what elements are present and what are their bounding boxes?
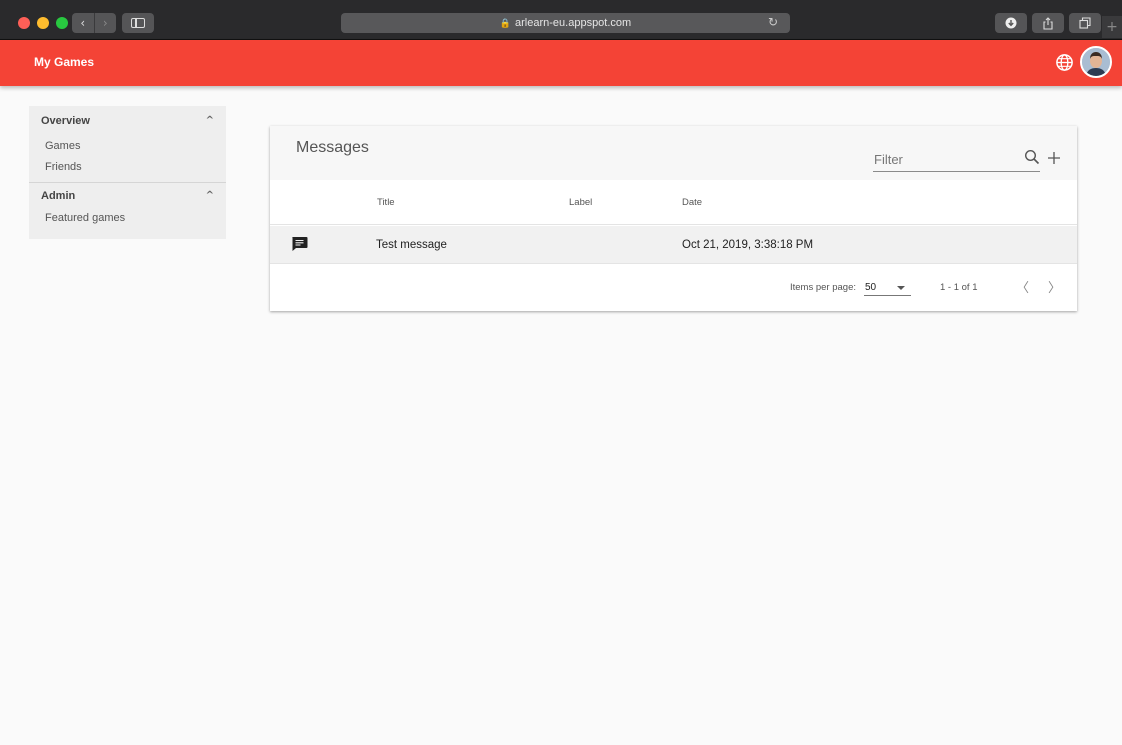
share-button[interactable]: [1032, 13, 1064, 33]
sidebar-toggle-button[interactable]: [122, 13, 154, 33]
card-header: Messages: [270, 126, 1077, 180]
nav-section-header-overview[interactable]: Overview ^: [29, 106, 226, 136]
search-icon[interactable]: [1024, 149, 1040, 165]
column-header-title[interactable]: Title: [377, 197, 395, 208]
close-window-button[interactable]: [18, 17, 30, 29]
next-page-button[interactable]: 〉: [1048, 277, 1061, 296]
message-title-cell: Test message: [376, 239, 447, 251]
items-per-page-label: Items per page:: [790, 282, 857, 293]
new-tab-button[interactable]: +: [1102, 16, 1122, 38]
minimize-window-button[interactable]: [37, 17, 49, 29]
nav-section-header-admin[interactable]: Admin ^: [29, 184, 226, 208]
table-header: Title Label Date: [270, 180, 1077, 225]
nav-section-overview: Overview ^ Games Friends: [29, 106, 226, 178]
nav-section-title: Admin: [41, 190, 76, 202]
items-per-page-value: 50: [865, 282, 877, 293]
sidebar-icon: [131, 18, 145, 28]
paginator: Items per page: 50 1 - 1 of 1 〈 〉: [270, 265, 1077, 311]
previous-page-button[interactable]: 〈: [1016, 277, 1029, 296]
nav-item-friends[interactable]: Friends: [29, 157, 226, 178]
add-icon[interactable]: [1047, 151, 1061, 165]
back-button[interactable]: ‹: [72, 13, 94, 33]
history-nav: ‹ ›: [72, 13, 116, 33]
zoom-window-button[interactable]: [56, 17, 68, 29]
user-avatar[interactable]: [1080, 46, 1112, 78]
messages-card: Messages Title Label Date Test message O…: [270, 126, 1077, 311]
tabs-icon: [1079, 17, 1091, 29]
forward-button[interactable]: ›: [93, 13, 117, 33]
address-bar-url: arlearn-eu.appspot.com: [515, 17, 632, 29]
filter-input[interactable]: [873, 149, 1013, 169]
avatar-image: [1082, 48, 1110, 76]
nav-item-featured-games[interactable]: Featured games: [29, 208, 226, 229]
nav-divider: [29, 182, 226, 183]
download-button[interactable]: [995, 13, 1027, 33]
language-globe-icon[interactable]: [1055, 53, 1074, 72]
app-title[interactable]: My Games: [34, 55, 94, 69]
nav-section-title: Overview: [41, 115, 90, 127]
share-icon: [1043, 16, 1053, 30]
message-icon: [292, 237, 308, 251]
lock-icon: 🔒: [499, 17, 512, 28]
reload-icon[interactable]: ↻: [768, 15, 778, 29]
download-icon: [1005, 17, 1017, 29]
app-bar: My Games: [0, 40, 1122, 86]
message-date-cell: Oct 21, 2019, 3:38:18 PM: [682, 239, 814, 251]
browser-toolbar: ‹ › 🔒 arlearn-eu.appspot.com ↻ +: [0, 0, 1122, 40]
chevron-up-icon: ^: [205, 190, 214, 201]
address-bar[interactable]: 🔒 arlearn-eu.appspot.com ↻: [341, 13, 790, 33]
items-per-page-select[interactable]: 50: [864, 277, 911, 296]
nav-item-games[interactable]: Games: [29, 136, 226, 157]
page-range-label: 1 - 1 of 1: [940, 282, 978, 293]
filter-field: [873, 149, 1040, 172]
chevron-up-icon: ^: [205, 115, 214, 126]
dropdown-arrow-icon: [897, 286, 905, 290]
tabs-button[interactable]: [1069, 13, 1101, 33]
nav-section-admin: Admin ^ Featured games: [29, 184, 226, 229]
page-title: Messages: [296, 139, 369, 156]
table-row[interactable]: Test message Oct 21, 2019, 3:38:18 PM: [270, 226, 1077, 264]
column-header-date[interactable]: Date: [682, 197, 702, 208]
column-header-label[interactable]: Label: [569, 197, 592, 208]
side-navigation: Overview ^ Games Friends Admin ^ Feature…: [29, 106, 226, 239]
